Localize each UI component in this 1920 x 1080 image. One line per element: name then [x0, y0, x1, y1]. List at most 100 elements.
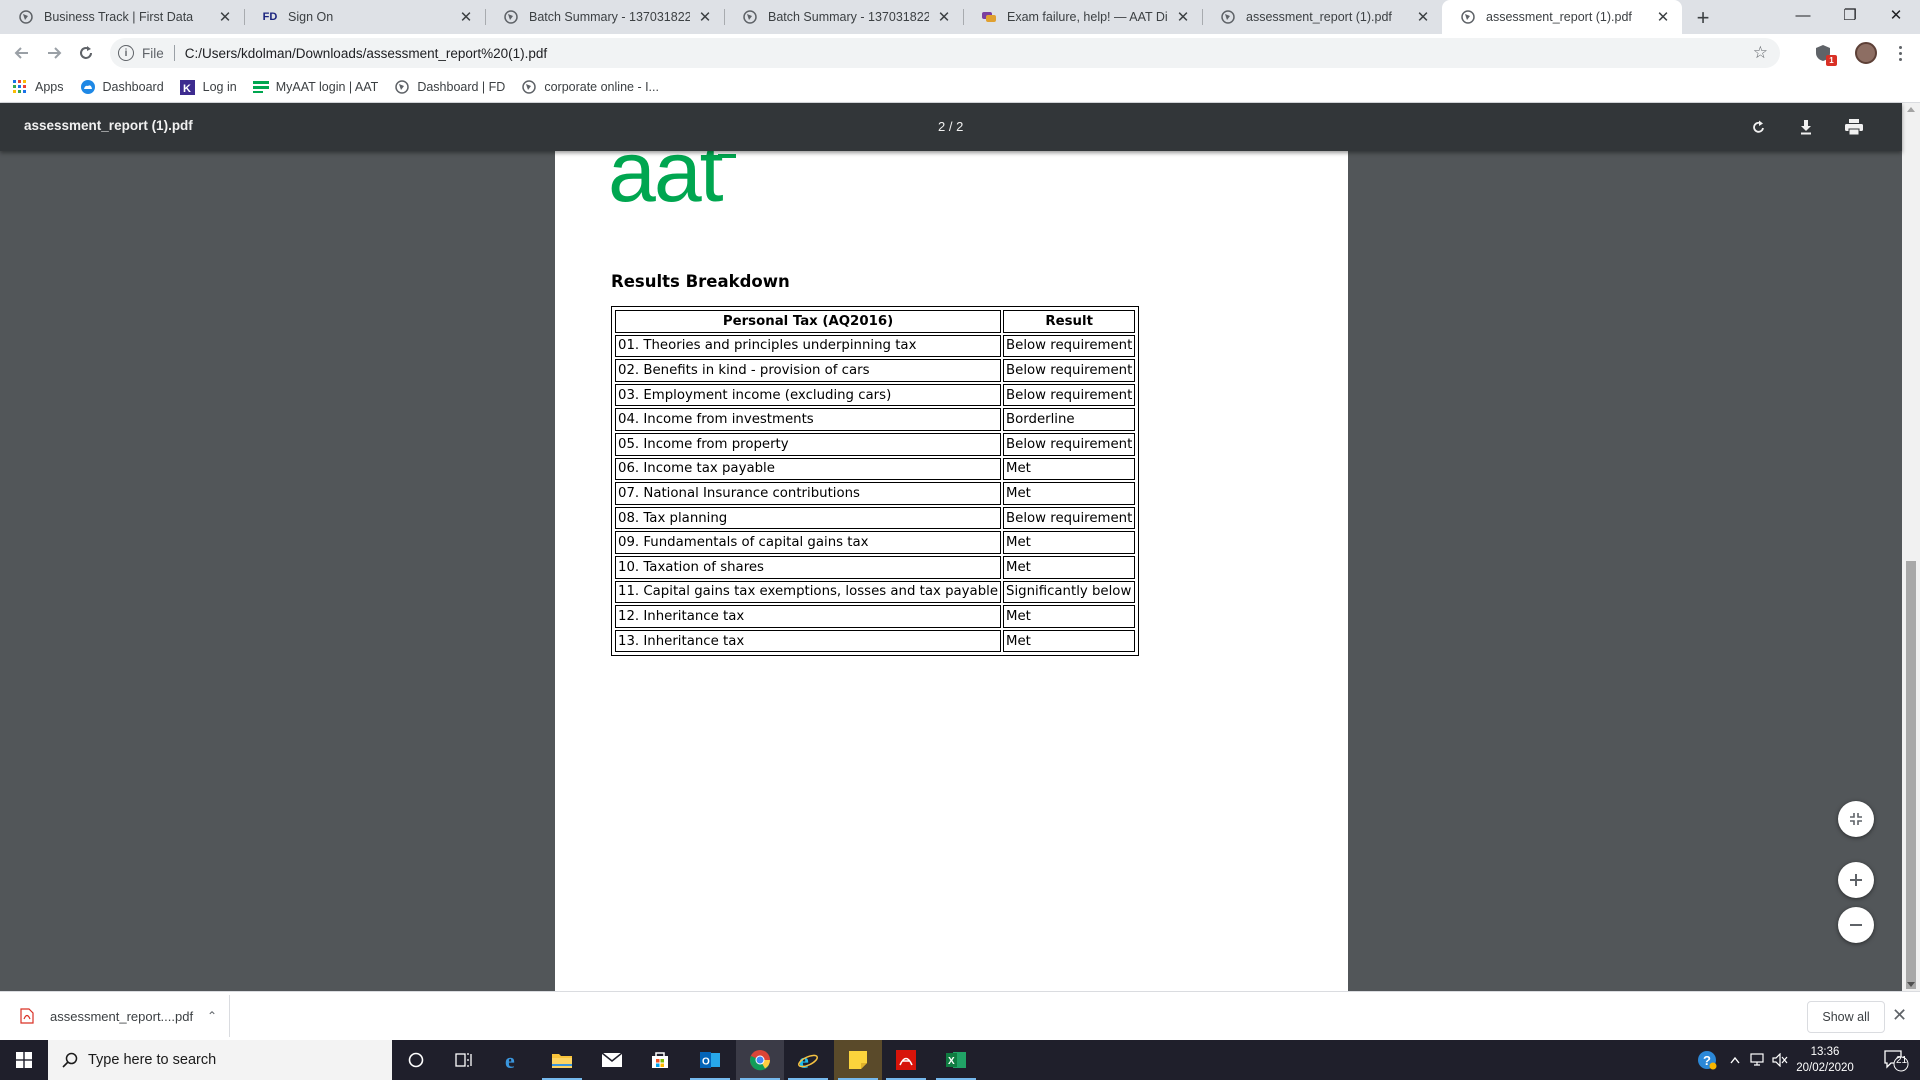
address-bar[interactable]: i File C:/Users/kdolman/Downloads/assess… — [110, 38, 1780, 68]
info-icon[interactable]: i — [118, 45, 134, 61]
clock-date: 20/02/2020 — [1796, 1062, 1854, 1074]
pdf-document-area[interactable]: aat Results Breakdown Personal Tax (AQ20… — [0, 151, 1902, 991]
store-app-icon[interactable] — [636, 1040, 684, 1080]
download-item[interactable]: assessment_report....pdf ⌃ — [4, 995, 230, 1037]
bookmarks-bar: Apps Dashboard K Log in MyAAT login | AA… — [0, 72, 1920, 103]
browser-menu-icon[interactable] — [1893, 42, 1907, 64]
chevron-up-icon[interactable] — [1726, 1040, 1744, 1080]
acrobat-app-icon[interactable] — [882, 1040, 930, 1080]
download-icon — [1801, 120, 1811, 135]
edge-app-icon[interactable]: e — [490, 1040, 538, 1080]
back-button[interactable] — [8, 39, 36, 67]
minimize-button[interactable]: — — [1780, 0, 1826, 30]
tab-close-icon[interactable]: ✕ — [457, 8, 475, 26]
tab-batch-summary-2[interactable]: Batch Summary - 137031822 ✕ — [724, 0, 963, 34]
pdf-scrollbar[interactable] — [1902, 103, 1920, 991]
url-text[interactable]: C:/Users/kdolman/Downloads/assessment_re… — [185, 46, 547, 61]
outlook-app-icon[interactable]: O — [686, 1040, 734, 1080]
task-view-icon — [455, 1053, 472, 1067]
scroll-up-icon[interactable] — [1907, 107, 1915, 112]
bookmark-label: Log in — [202, 80, 237, 94]
internet-explorer-icon[interactable]: e — [784, 1040, 832, 1080]
scrollbar-thumb[interactable] — [1906, 561, 1916, 989]
volume-muted-icon[interactable] — [1770, 1040, 1790, 1080]
svg-text:O: O — [702, 1057, 710, 1068]
system-clock[interactable]: 13:36 20/02/2020 — [1790, 1044, 1860, 1076]
excel-app-icon[interactable]: X — [932, 1040, 980, 1080]
tab-title: Batch Summary - 137031822 — [768, 10, 929, 24]
forward-button[interactable] — [40, 39, 68, 67]
globe-icon — [1460, 9, 1476, 25]
tab-close-icon[interactable]: ✕ — [1654, 8, 1672, 26]
network-icon[interactable] — [1748, 1040, 1768, 1080]
assessment-area-cell: 10. Taxation of shares — [615, 555, 1002, 579]
rotate-button[interactable] — [1747, 115, 1771, 139]
assessment-area-cell: 04. Income from investments — [615, 408, 1002, 431]
tab-business-track[interactable]: Business Track | First Data ✕ — [0, 0, 244, 34]
task-view-button[interactable] — [440, 1040, 488, 1080]
rotate-icon — [1753, 120, 1764, 133]
windows-taskbar: Type here to search e O e X ? 13:36 20/0… — [0, 1040, 1920, 1080]
tab-close-icon[interactable]: ✕ — [1174, 8, 1192, 26]
tab-sign-on[interactable]: FD Sign On ✕ — [244, 0, 485, 34]
globe-icon — [394, 79, 410, 95]
show-all-button[interactable]: Show all — [1807, 1001, 1885, 1033]
assessment-area-cell: 01. Theories and principles underpinning… — [615, 334, 1002, 358]
cortana-circle-icon — [408, 1052, 424, 1068]
download-button[interactable] — [1794, 115, 1818, 139]
extension-button[interactable]: 1 — [1812, 42, 1837, 66]
bookmark-apps[interactable]: Apps — [12, 79, 64, 95]
assessment-area-cell: 05. Income from property — [615, 432, 1002, 456]
tab-exam-failure[interactable]: Exam failure, help! — AAT Discus ✕ — [963, 0, 1202, 34]
bookmark-star-icon[interactable]: ☆ — [1753, 43, 1768, 63]
globe-icon — [1220, 9, 1236, 25]
tab-assessment-report-1[interactable]: assessment_report (1).pdf ✕ — [1202, 0, 1442, 34]
cortana-button[interactable] — [392, 1040, 440, 1080]
fit-to-page-button[interactable] — [1838, 801, 1874, 837]
new-tab-button[interactable]: + — [1690, 5, 1716, 31]
zoom-out-button[interactable] — [1838, 907, 1874, 943]
sticky-notes-icon[interactable] — [834, 1040, 882, 1080]
bookmark-log-in[interactable]: K Log in — [180, 79, 237, 95]
reload-icon — [80, 46, 92, 59]
tab-close-icon[interactable]: ✕ — [696, 8, 714, 26]
globe-icon — [521, 79, 537, 95]
close-window-button[interactable]: ✕ — [1873, 0, 1919, 30]
tab-close-icon[interactable]: ✕ — [1414, 8, 1432, 26]
mail-app-icon[interactable] — [588, 1040, 636, 1080]
scroll-down-icon[interactable] — [1907, 982, 1915, 987]
chevron-up-icon[interactable]: ⌃ — [207, 1009, 217, 1023]
tab-close-icon[interactable]: ✕ — [935, 8, 953, 26]
chrome-app-icon[interactable] — [736, 1040, 784, 1080]
reload-button[interactable] — [72, 39, 100, 67]
profile-avatar[interactable] — [1855, 42, 1877, 64]
table-row: 06. Income tax payable Met — [615, 457, 1136, 481]
results-breakdown-heading: Results Breakdown — [611, 272, 790, 291]
start-button[interactable] — [0, 1040, 48, 1080]
help-tray-icon[interactable]: ? — [1694, 1040, 1720, 1080]
pdf-file-icon — [20, 1008, 34, 1024]
zoom-in-button[interactable] — [1838, 862, 1874, 898]
restore-button[interactable]: ❐ — [1827, 0, 1873, 30]
result-cell: Borderline — [1003, 408, 1136, 431]
close-shelf-icon[interactable]: ✕ — [1892, 1005, 1907, 1026]
bookmark-myaat-login[interactable]: MyAAT login | AAT — [252, 79, 378, 95]
tab-assessment-report-2[interactable]: assessment_report (1).pdf ✕ — [1442, 0, 1682, 34]
tab-batch-summary-1[interactable]: Batch Summary - 137031822 ✕ — [485, 0, 724, 34]
print-button[interactable] — [1842, 115, 1866, 139]
svg-text:aat: aat — [608, 151, 724, 209]
tab-title: assessment_report (1).pdf — [1486, 10, 1632, 24]
table-row: 10. Taxation of shares Met — [615, 555, 1136, 579]
clock-time: 13:36 — [1810, 1046, 1840, 1058]
file-explorer-icon[interactable] — [538, 1040, 586, 1080]
bookmark-dashboard-fd[interactable]: Dashboard | FD — [394, 79, 505, 95]
taskbar-search[interactable]: Type here to search — [48, 1040, 392, 1080]
bookmark-corporate-online[interactable]: corporate online - I... — [521, 79, 659, 95]
result-cell: Below requirement — [1003, 432, 1136, 456]
bookmark-dashboard[interactable]: Dashboard — [80, 79, 164, 95]
arrow-right-icon — [48, 47, 62, 59]
table-row: 04. Income from investments Borderline — [615, 408, 1136, 431]
arrow-left-icon — [14, 47, 28, 59]
action-center-button[interactable]: 21 — [1876, 1040, 1916, 1080]
tab-close-icon[interactable]: ✕ — [216, 8, 234, 26]
